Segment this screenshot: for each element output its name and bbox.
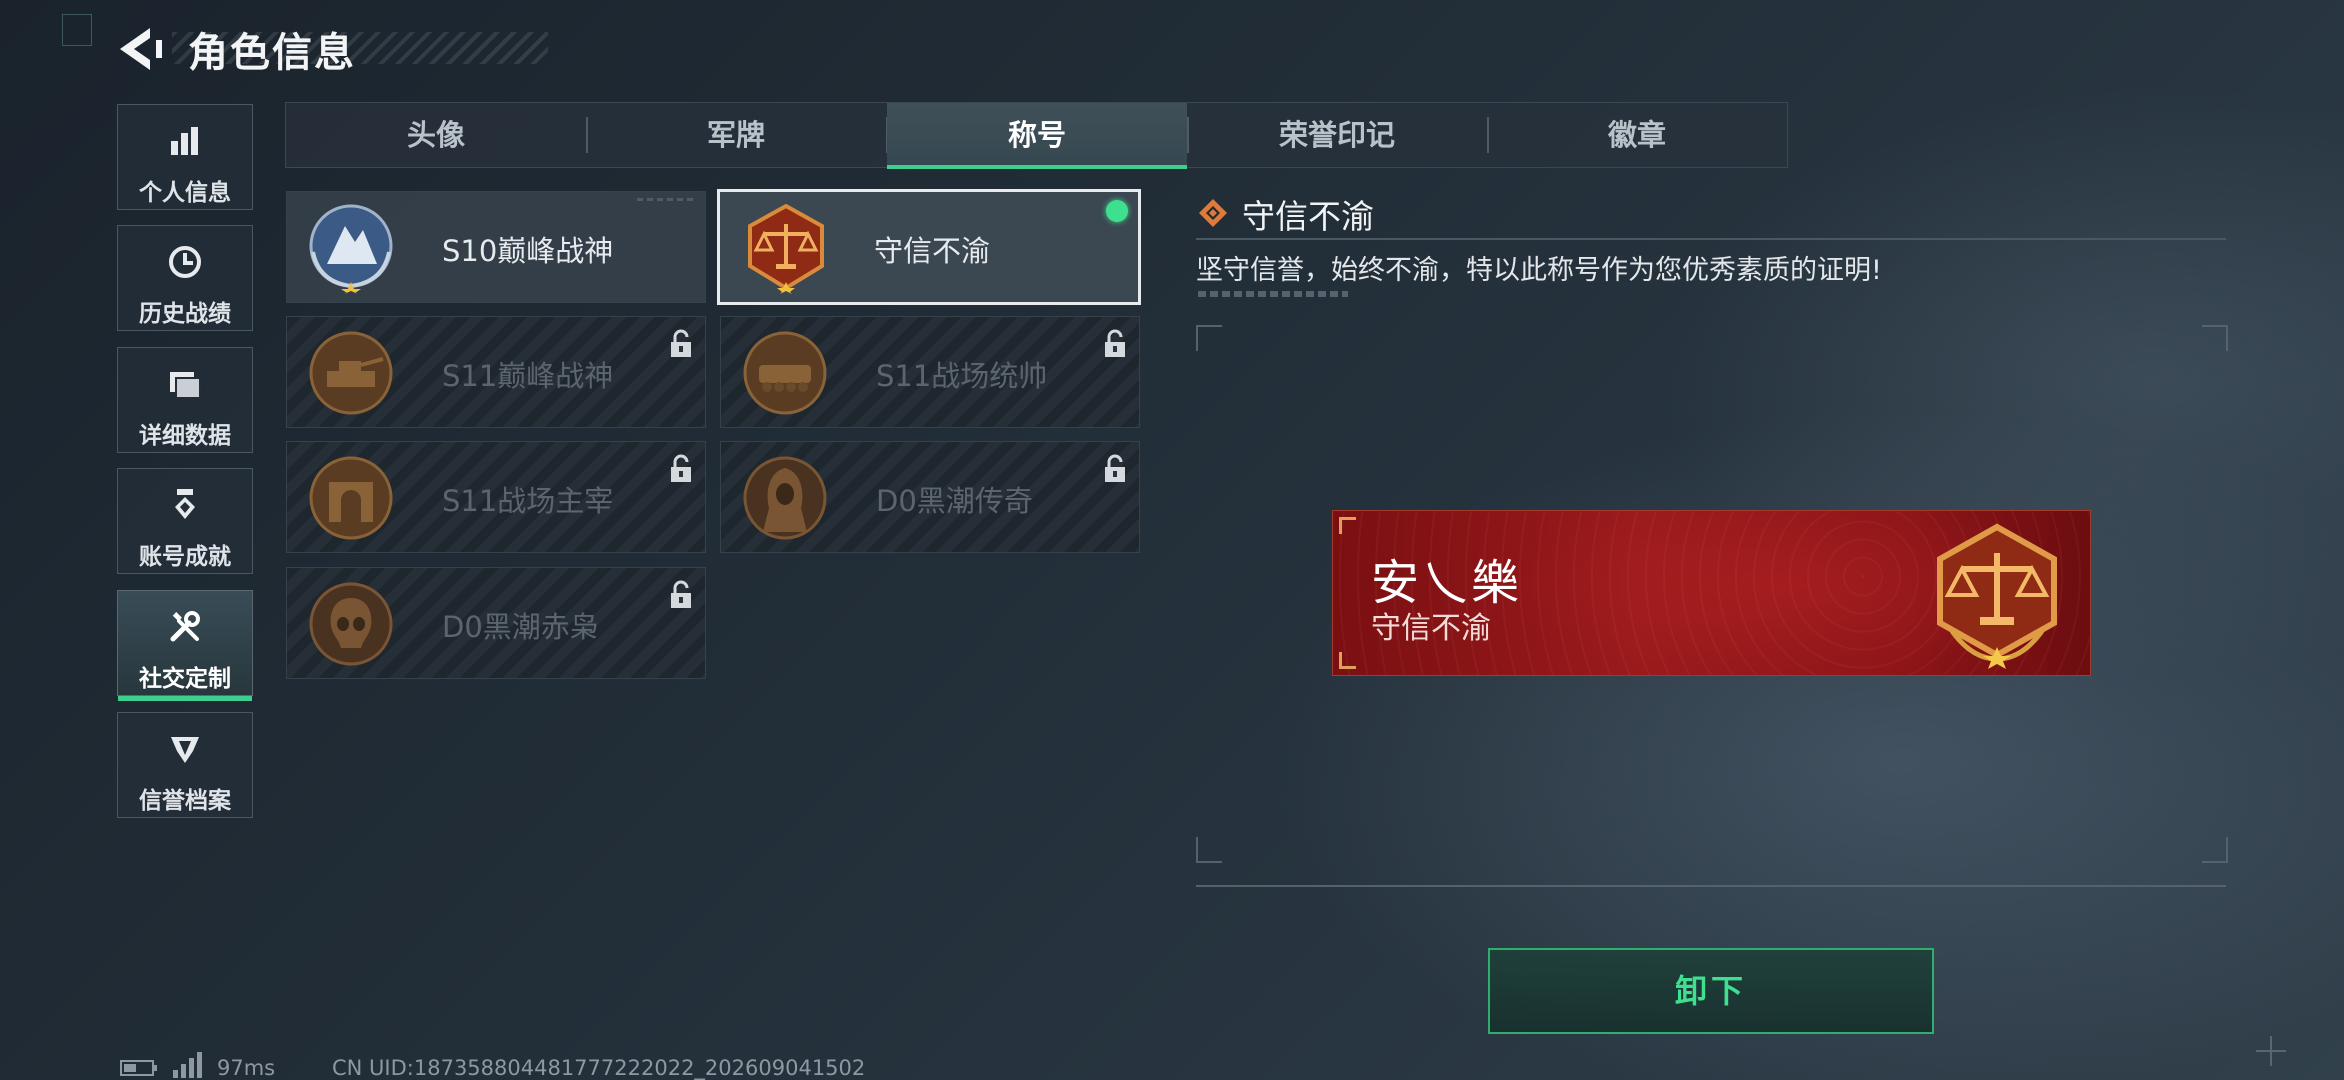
title-card-s10-peak[interactable]: S10巅峰战神 bbox=[286, 191, 706, 303]
detail-divider bbox=[1196, 238, 2226, 240]
scales-emblem-icon bbox=[748, 203, 824, 294]
lock-icon bbox=[1105, 454, 1125, 482]
nav-item-achievements[interactable]: 账号成就 bbox=[117, 468, 253, 574]
frame-bracket bbox=[2202, 325, 2228, 351]
title-card-d0-red-owl[interactable]: D0黑潮赤枭 bbox=[286, 567, 706, 679]
nameplate-corner bbox=[1339, 517, 1356, 534]
nav-label: 历史战绩 bbox=[139, 301, 231, 327]
detail-description: 坚守信誉，始终不渝，特以此称号作为您优秀素质的证明! bbox=[1196, 255, 1882, 286]
title-card-label: S10巅峰战神 bbox=[442, 234, 614, 268]
tab-title[interactable]: 称号 bbox=[887, 103, 1187, 169]
folder-icon bbox=[170, 372, 201, 399]
title-card-label: S11战场统帅 bbox=[876, 359, 1048, 393]
detail-title: 守信不渝 bbox=[1242, 197, 1374, 236]
skull-emblem-icon bbox=[309, 582, 393, 666]
card-decoration bbox=[637, 198, 697, 201]
nav-item-social-custom[interactable]: 社交定制 bbox=[117, 590, 253, 701]
title-card-keep-faith[interactable]: 守信不渝 bbox=[717, 189, 1141, 305]
title-card-label: D0黑潮赤枭 bbox=[442, 610, 599, 644]
nav-active-indicator bbox=[118, 696, 252, 701]
nameplate-corner bbox=[1339, 652, 1356, 669]
tab-avatar[interactable]: 头像 bbox=[286, 103, 586, 167]
lock-icon bbox=[1105, 329, 1125, 357]
corner-crosshair-icon bbox=[2256, 1036, 2286, 1066]
user-uid: CN UID:187358804481777222022_20260904150… bbox=[332, 1056, 866, 1080]
nav-label: 详细数据 bbox=[139, 423, 231, 449]
armored-vehicle-emblem-icon bbox=[743, 331, 827, 415]
equipped-indicator bbox=[1106, 200, 1128, 222]
battery-icon bbox=[120, 1060, 157, 1076]
detail-code-decoration bbox=[1198, 291, 1348, 297]
title-card-label: D0黑潮传奇 bbox=[876, 484, 1033, 518]
shield-wing-icon bbox=[171, 737, 199, 763]
title-card-label: S11战场主宰 bbox=[442, 484, 614, 518]
lock-icon bbox=[671, 580, 691, 608]
back-chevron-icon[interactable] bbox=[116, 24, 166, 74]
nav-item-credit-archive[interactable]: 信誉档案 bbox=[117, 712, 253, 818]
ping-readout: 97ms bbox=[217, 1056, 276, 1080]
title-card-d0-legend[interactable]: D0黑潮传奇 bbox=[720, 441, 1140, 553]
tank-emblem-icon bbox=[309, 331, 393, 415]
trophy-medal-icon bbox=[175, 489, 195, 519]
nav-item-personal-info[interactable]: 个人信息 bbox=[117, 104, 253, 210]
bar-chart-icon bbox=[171, 127, 198, 155]
nav-item-detailed-data[interactable]: 详细数据 bbox=[117, 347, 253, 453]
arch-emblem-icon bbox=[309, 456, 393, 540]
wrench-screwdriver-icon bbox=[170, 611, 200, 642]
diamond-emblem-icon bbox=[1199, 199, 1227, 227]
title-card-label: S11巅峰战神 bbox=[442, 359, 614, 393]
frame-bracket bbox=[2202, 837, 2228, 863]
title-card-s11-commander[interactable]: S11战场统帅 bbox=[720, 316, 1140, 428]
tab-title-label: 称号 bbox=[1007, 118, 1066, 152]
page-title: 角色信息 bbox=[188, 30, 356, 76]
preview-divider bbox=[1196, 885, 2226, 887]
title-card-s11-dominator[interactable]: S11战场主宰 bbox=[286, 441, 706, 553]
nameplate-preview: 安乀樂 守信不渝 bbox=[1332, 510, 2091, 676]
nav-label: 社交定制 bbox=[139, 666, 231, 692]
signal-strength-icon bbox=[173, 1052, 202, 1078]
tab-dog-tag[interactable]: 军牌 bbox=[586, 103, 886, 167]
unequip-button[interactable]: 卸下 bbox=[1488, 948, 1934, 1034]
tab-active-indicator bbox=[887, 165, 1187, 169]
silver-peak-emblem-icon bbox=[309, 204, 393, 294]
hooded-figure-emblem-icon bbox=[743, 456, 827, 540]
history-clock-icon bbox=[169, 246, 201, 278]
nav-item-history[interactable]: 历史战绩 bbox=[117, 225, 253, 331]
nav-label: 个人信息 bbox=[139, 180, 231, 206]
corner-decoration bbox=[62, 14, 92, 46]
category-tabs: 头像 军牌 称号 荣誉印记 徽章 bbox=[285, 102, 1788, 169]
tab-honor-mark[interactable]: 荣誉印记 bbox=[1187, 103, 1487, 167]
scales-emblem-icon bbox=[1937, 523, 2057, 669]
nav-label: 账号成就 bbox=[139, 544, 231, 570]
nav-label: 信誉档案 bbox=[139, 788, 231, 814]
title-card-s11-peak[interactable]: S11巅峰战神 bbox=[286, 316, 706, 428]
frame-bracket bbox=[1196, 837, 1222, 863]
lock-icon bbox=[671, 329, 691, 357]
lock-icon bbox=[671, 454, 691, 482]
frame-bracket bbox=[1196, 325, 1222, 351]
title-card-label: 守信不渝 bbox=[874, 234, 991, 268]
nameplate-title: 守信不渝 bbox=[1371, 611, 1491, 646]
tab-badge[interactable]: 徽章 bbox=[1487, 103, 1787, 167]
